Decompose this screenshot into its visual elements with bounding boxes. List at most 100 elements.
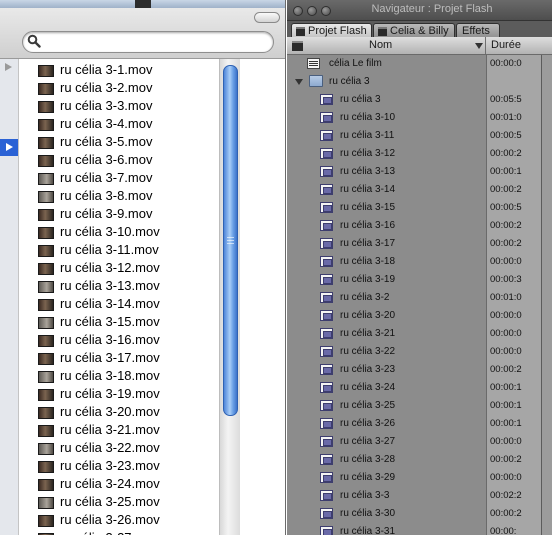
- file-row[interactable]: ru célia 3-15.mov: [19, 313, 219, 331]
- browser-row[interactable]: ru célia 3-23 00:00:2: [287, 361, 541, 379]
- zoom-button[interactable]: [321, 6, 331, 16]
- browser-row[interactable]: ru célia 3-16 00:00:2: [287, 217, 541, 235]
- item-name: ru célia 3-25: [340, 400, 396, 411]
- browser-row[interactable]: ru célia 3-14 00:00:2: [287, 181, 541, 199]
- browser-row[interactable]: ru célia 3-20 00:00:0: [287, 307, 541, 325]
- browser-row[interactable]: ru célia 3: [287, 73, 541, 91]
- file-row[interactable]: ru célia 3-18.mov: [19, 367, 219, 385]
- disclosure-arrow-icon[interactable]: [6, 143, 13, 151]
- toolbar-toggle-button[interactable]: [254, 12, 280, 23]
- file-row[interactable]: ru célia 3-11.mov: [19, 241, 219, 259]
- item-name: ru célia 3-3: [340, 490, 390, 501]
- movie-thumbnail-icon: [38, 263, 54, 275]
- file-name: ru célia 3-6.mov: [60, 152, 153, 167]
- browser-row[interactable]: ru célia 3-28 00:00:2: [287, 451, 541, 469]
- movie-thumbnail-icon: [38, 371, 54, 383]
- browser-window: Navigateur : Projet Flash Projet Flash C…: [287, 0, 552, 535]
- disclosure-arrow-icon[interactable]: [5, 63, 12, 71]
- browser-row[interactable]: ru célia 3-13 00:00:1: [287, 163, 541, 181]
- browser-row[interactable]: ru célia 3-24 00:00:1: [287, 379, 541, 397]
- item-name: ru célia 3-22: [340, 346, 396, 357]
- file-row[interactable]: ru célia 3-2.mov: [19, 79, 219, 97]
- file-row[interactable]: ru célia 3-19.mov: [19, 385, 219, 403]
- browser-row[interactable]: ru célia 3-31 00:00:: [287, 523, 541, 535]
- clip-icon: [320, 472, 333, 483]
- sort-arrow-icon[interactable]: [475, 43, 483, 49]
- file-row[interactable]: ru célia 3-20.mov: [19, 403, 219, 421]
- file-row[interactable]: ru célia 3-23.mov: [19, 457, 219, 475]
- file-row[interactable]: ru célia 3-27.mov: [19, 529, 219, 535]
- vertical-scrollbar[interactable]: [219, 59, 240, 535]
- file-row[interactable]: ru célia 3-22.mov: [19, 439, 219, 457]
- item-duration: 00:00:2: [490, 364, 522, 375]
- clip-icon: [320, 310, 333, 321]
- browser-row[interactable]: ru célia 3-10 00:01:0: [287, 109, 541, 127]
- finder-window: ru célia 3-1.mov ru célia 3-2.mov ru célia…: [0, 0, 286, 535]
- movie-thumbnail-icon: [38, 497, 54, 509]
- browser-row[interactable]: ru célia 3-2 00:01:0: [287, 289, 541, 307]
- file-name: ru célia 3-9.mov: [60, 206, 153, 221]
- browser-row[interactable]: ru célia 3-26 00:00:1: [287, 415, 541, 433]
- browser-row[interactable]: ru célia 3-18 00:00:0: [287, 253, 541, 271]
- item-duration: 00:00:1: [490, 418, 522, 429]
- item-duration: 00:00:2: [490, 148, 522, 159]
- browser-row[interactable]: ru célia 3-17 00:00:2: [287, 235, 541, 253]
- disclosure-triangle-icon[interactable]: [295, 79, 303, 85]
- minimize-button[interactable]: [307, 6, 317, 16]
- browser-row[interactable]: ru célia 3-22 00:00:0: [287, 343, 541, 361]
- file-row[interactable]: ru célia 3-14.mov: [19, 295, 219, 313]
- file-row[interactable]: ru célia 3-25.mov: [19, 493, 219, 511]
- browser-row[interactable]: ru célia 3-11 00:00:5: [287, 127, 541, 145]
- browser-row[interactable]: ru célia 3-19 00:00:3: [287, 271, 541, 289]
- file-row[interactable]: ru célia 3-6.mov: [19, 151, 219, 169]
- browser-row[interactable]: ru célia 3-21 00:00:0: [287, 325, 541, 343]
- file-row[interactable]: ru célia 3-7.mov: [19, 169, 219, 187]
- item-name: ru célia 3-26: [340, 418, 396, 429]
- file-row[interactable]: ru célia 3-21.mov: [19, 421, 219, 439]
- browser-row[interactable]: ru célia 3 00:05:5: [287, 91, 541, 109]
- file-row[interactable]: ru célia 3-3.mov: [19, 97, 219, 115]
- file-row[interactable]: ru célia 3-9.mov: [19, 205, 219, 223]
- browser-row[interactable]: ru célia 3-15 00:00:5: [287, 199, 541, 217]
- item-duration: 00:00:2: [490, 454, 522, 465]
- file-row[interactable]: ru célia 3-26.mov: [19, 511, 219, 529]
- file-row[interactable]: ru célia 3-12.mov: [19, 259, 219, 277]
- item-name: ru célia 3-2: [340, 292, 390, 303]
- clip-icon: [320, 94, 333, 105]
- browser-row[interactable]: ru célia 3-3 00:02:2: [287, 487, 541, 505]
- file-row[interactable]: ru célia 3-5.mov: [19, 133, 219, 151]
- column-header-name[interactable]: Nom: [369, 39, 392, 51]
- file-row[interactable]: ru célia 3-8.mov: [19, 187, 219, 205]
- tab-effets[interactable]: Effets: [456, 23, 500, 38]
- vertical-scrollbar[interactable]: [541, 55, 552, 535]
- browser-row[interactable]: ru célia 3-27 00:00:0: [287, 433, 541, 451]
- file-name: ru célia 3-26.mov: [60, 512, 160, 527]
- sidebar-selected-item[interactable]: [0, 139, 18, 156]
- browser-row[interactable]: ru célia 3-30 00:00:2: [287, 505, 541, 523]
- sequence-icon: [307, 58, 320, 69]
- browser-row[interactable]: ru célia 3-29 00:00:0: [287, 469, 541, 487]
- close-button[interactable]: [293, 6, 303, 16]
- browser-row[interactable]: célia Le film 00:00:0: [287, 55, 541, 73]
- tab-projet-flash[interactable]: Projet Flash: [291, 23, 372, 38]
- scrollbar-thumb[interactable]: [223, 65, 238, 416]
- browser-row[interactable]: ru célia 3-12 00:00:2: [287, 145, 541, 163]
- file-row[interactable]: ru célia 3-4.mov: [19, 115, 219, 133]
- search-input[interactable]: [45, 34, 269, 51]
- clip-icon: [320, 436, 333, 447]
- file-row[interactable]: ru célia 3-1.mov: [19, 61, 219, 79]
- file-row[interactable]: ru célia 3-24.mov: [19, 475, 219, 493]
- browser-row[interactable]: ru célia 3-25 00:00:1: [287, 397, 541, 415]
- search-field[interactable]: [22, 31, 274, 53]
- file-row[interactable]: ru célia 3-17.mov: [19, 349, 219, 367]
- tab-celia-billy[interactable]: Celia & Billy: [373, 23, 455, 38]
- file-row[interactable]: ru célia 3-13.mov: [19, 277, 219, 295]
- clip-icon: [320, 202, 333, 213]
- file-name: ru célia 3-8.mov: [60, 188, 153, 203]
- file-row[interactable]: ru célia 3-16.mov: [19, 331, 219, 349]
- item-name: ru célia 3-31: [340, 526, 396, 535]
- file-name: ru célia 3-5.mov: [60, 134, 153, 149]
- movie-thumbnail-icon: [38, 191, 54, 203]
- column-header-duration[interactable]: Durée: [491, 39, 521, 51]
- file-row[interactable]: ru célia 3-10.mov: [19, 223, 219, 241]
